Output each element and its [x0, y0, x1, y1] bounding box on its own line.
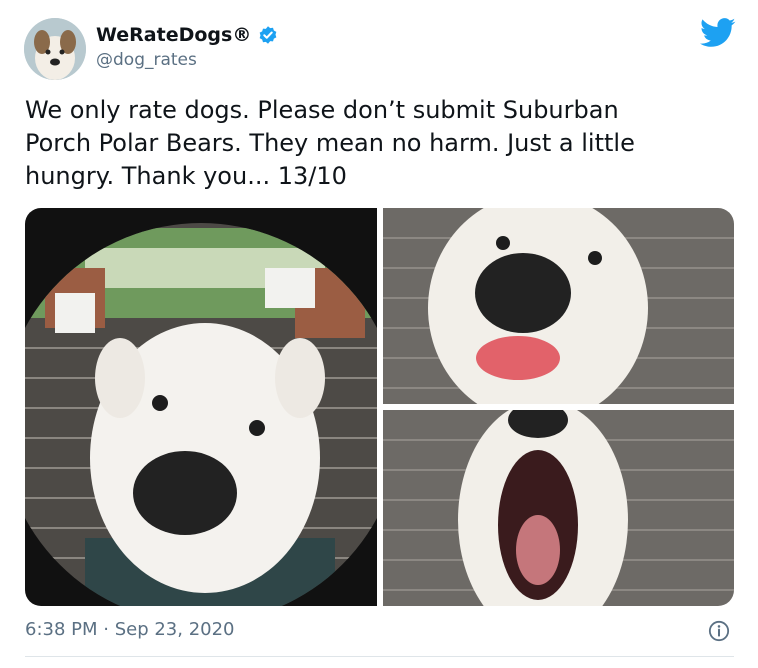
- account-name[interactable]: WeRateDogs®: [96, 24, 278, 46]
- account-name-text[interactable]: WeRateDogs®: [96, 24, 251, 46]
- tweet-text: We only rate dogs. Please don’t submit S…: [25, 94, 725, 193]
- media-photo-2[interactable]: [383, 208, 734, 404]
- account-handle[interactable]: @dog_rates: [96, 50, 197, 70]
- twitter-bird-icon[interactable]: [700, 18, 736, 48]
- tweet-timestamp[interactable]: 6:38 PM · Sep 23, 2020: [25, 619, 235, 640]
- divider: [25, 656, 734, 657]
- media-photo-1[interactable]: [25, 208, 377, 606]
- media-photo-3[interactable]: [383, 410, 734, 606]
- tweet-line: Porch Polar Bears. They mean no harm. Ju…: [25, 129, 635, 157]
- verified-badge-icon: [259, 26, 277, 44]
- avatar[interactable]: [24, 18, 86, 80]
- media-grid: [25, 208, 734, 606]
- info-icon[interactable]: [708, 620, 730, 642]
- tweet-line: We only rate dogs. Please don’t submit S…: [25, 96, 619, 124]
- tweet-line: hungry. Thank you... 13/10: [25, 162, 347, 190]
